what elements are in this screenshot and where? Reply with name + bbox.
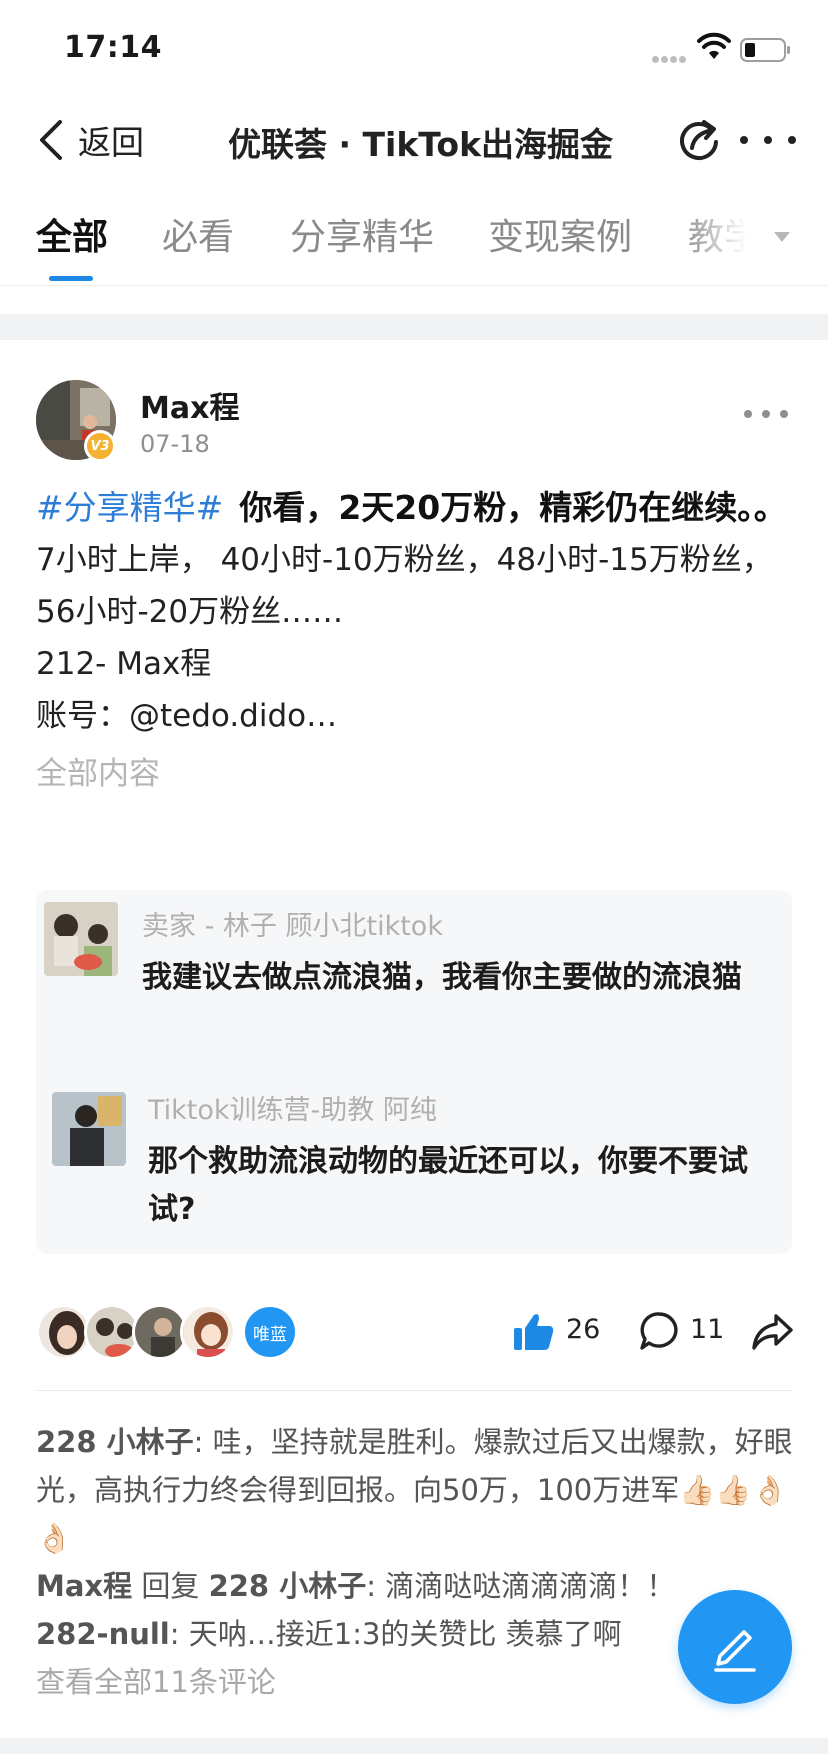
status-time: 17:14 [64, 30, 162, 65]
post-text: 7小时上岸， 40小时-10万粉丝，48小时-15万粉丝，56小时-20万粉丝…… [36, 542, 773, 734]
author-name[interactable]: Max程 [140, 383, 239, 427]
compose-button[interactable] [678, 1590, 792, 1704]
comment-author[interactable]: 228 小林子 [36, 1425, 194, 1459]
comment-text: 天呐…接近1:3的关赞比 羡慕了啊 [188, 1617, 622, 1651]
reply-author[interactable]: Tiktok训练营-助教 阿纯 [148, 1088, 437, 1127]
bottom-divider [0, 1738, 828, 1754]
post-body: #分享精华# 你看，2天20万粉，精彩仍在继续。。 7小时上岸， 40小时-10万… [36, 482, 796, 800]
tab-share-essence[interactable]: 分享精华 [290, 208, 434, 260]
comment-count: 11 [690, 1314, 725, 1345]
comment-author[interactable]: Max程 [36, 1569, 132, 1603]
more-icon[interactable] [740, 116, 796, 164]
share-out-icon[interactable] [676, 110, 724, 170]
status-bar: 17:14 [0, 0, 828, 92]
chevron-down-icon[interactable] [772, 230, 792, 244]
tab-bar: 全部 必看 分享精华 变现案例 教学 [0, 200, 828, 286]
battery-icon [740, 38, 790, 62]
avatar[interactable] [180, 1304, 236, 1360]
comment-item[interactable]: 228 小林子: 哇，坚持就是胜利。爆款过后又出爆款，好眼光，高执行力终会得到回… [36, 1418, 796, 1562]
liker-name-avatar[interactable]: 唯蓝 [242, 1304, 298, 1360]
verified-badge: V3 [84, 430, 116, 462]
comment-bubble-icon[interactable] [638, 1310, 680, 1352]
tab-must-see[interactable]: 必看 [162, 208, 234, 260]
nav-bar: 返回 优联荟 · TikTok出海掘金 [0, 92, 828, 192]
comment-item[interactable]: Max程 回复 228 小林子: 滴滴哒哒滴滴滴滴！！ [36, 1562, 796, 1610]
post-title-text: 你看，2天20万粉，精彩仍在继续。。 [239, 488, 787, 527]
wifi-icon [697, 32, 731, 59]
tab-all[interactable]: 全部 [36, 208, 108, 260]
back-chevron-icon [40, 120, 62, 160]
expand-content-link[interactable]: 全部内容 [36, 748, 796, 800]
forward-arrow-icon[interactable] [750, 1312, 794, 1352]
like-count: 26 [566, 1314, 601, 1345]
avatar[interactable] [44, 902, 118, 976]
post-more-icon[interactable] [744, 400, 788, 428]
reply-text: 我建议去做点流浪猫，我看你主要做的流浪猫 [142, 960, 742, 995]
avatar[interactable] [52, 1092, 126, 1166]
post-title: #分享精华# 你看，2天20万粉，精彩仍在继续。。 [36, 482, 796, 534]
comment-author[interactable]: 282-null [36, 1617, 170, 1651]
signal-icon [652, 48, 690, 63]
post-date: 07-18 [140, 430, 210, 458]
reply-text: 那个救助流浪动物的最近还可以，你要不要试试? [148, 1144, 748, 1227]
back-label: 返回 [78, 123, 144, 162]
reply-box[interactable]: 卖家 - 林子 顾小北tiktok 我建议去做点流浪猫，我看你主要做的流浪猫 T… [36, 890, 792, 1254]
back-button[interactable]: 返回 [36, 110, 144, 170]
reply-author[interactable]: 卖家 - 林子 顾小北tiktok [142, 904, 443, 943]
hashtag-link[interactable]: #分享精华# [36, 488, 223, 527]
edit-pencil-icon [714, 1630, 756, 1672]
thumbs-up-icon[interactable] [512, 1310, 556, 1354]
page-title: 优联荟 · TikTok出海掘金 [228, 125, 614, 164]
section-divider [0, 314, 828, 340]
tab-indicator [49, 276, 93, 281]
tab-monetize-cases[interactable]: 变现案例 [488, 208, 632, 260]
reply-target[interactable]: 228 小林子 [209, 1569, 367, 1603]
divider [36, 1390, 792, 1391]
comment-text: 滴滴哒哒滴滴滴滴！！ [385, 1569, 676, 1603]
